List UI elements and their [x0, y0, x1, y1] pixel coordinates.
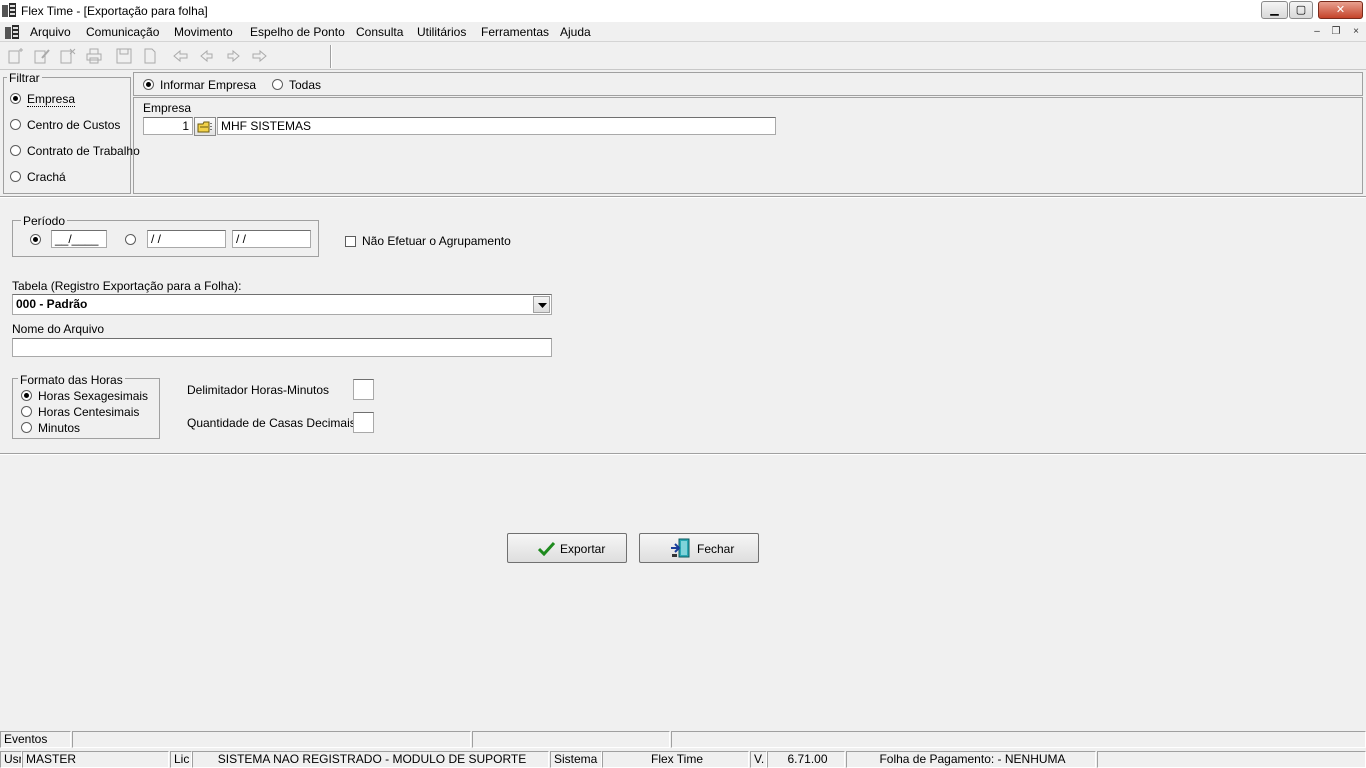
- status-eventos-panel-2: [472, 731, 670, 748]
- fechar-label: Fechar: [697, 542, 735, 556]
- menu-ferramentas[interactable]: Ferramentas: [481, 25, 549, 39]
- formato-centesimais-radio[interactable]: [21, 406, 32, 417]
- casas-decimais-label: Quantidade de Casas Decimais: [187, 416, 356, 430]
- exportar-label: Exportar: [560, 542, 606, 556]
- filter-empresa-radio[interactable]: [10, 93, 21, 104]
- folder-search-icon: [197, 121, 212, 133]
- periodo-month-radio[interactable]: [30, 234, 41, 245]
- status-folha: Folha de Pagamento: - NENHUMA: [846, 751, 1096, 768]
- check-icon: [538, 541, 555, 556]
- status-version-value: 6.71.00: [767, 751, 845, 768]
- toolbar: [0, 43, 1366, 70]
- formato-sexagesimais-label[interactable]: Horas Sexagesimais: [38, 389, 148, 403]
- fechar-button[interactable]: Fechar: [639, 533, 759, 563]
- status-eventos: Eventos: [0, 731, 71, 748]
- edit-record-icon[interactable]: [33, 48, 51, 64]
- new-record-icon[interactable]: [7, 48, 25, 64]
- empresa-panel: [133, 97, 1363, 194]
- empresa-code-input[interactable]: 1: [143, 117, 193, 135]
- delimitador-input[interactable]: [353, 379, 374, 400]
- menu-arquivo[interactable]: Arquivo: [30, 25, 71, 39]
- empresa-lookup-button[interactable]: [194, 117, 216, 136]
- arquivo-input[interactable]: [12, 338, 552, 357]
- exportar-button[interactable]: Exportar: [507, 533, 627, 563]
- informar-empresa-label[interactable]: Informar Empresa: [160, 78, 256, 92]
- section-divider-bottom: [0, 453, 1366, 455]
- menu-consulta[interactable]: Consulta: [356, 25, 403, 39]
- formato-minutos-label[interactable]: Minutos: [38, 421, 80, 435]
- status-usr-label: Usr: [0, 751, 22, 768]
- status-lic-value: SISTEMA NAO REGISTRADO - MODULO DE SUPOR…: [192, 751, 549, 768]
- close-button[interactable]: ✕: [1318, 1, 1363, 19]
- mdi-close-button[interactable]: ×: [1348, 25, 1364, 39]
- save-icon[interactable]: [115, 48, 133, 64]
- tabela-selected-value: 000 - Padrão: [16, 297, 88, 311]
- formato-legend: Formato das Horas: [18, 373, 125, 387]
- print-icon[interactable]: [85, 48, 103, 64]
- menu-movimento[interactable]: Movimento: [174, 25, 233, 39]
- informar-empresa-radio[interactable]: [143, 79, 154, 90]
- empresa-name-field: MHF SISTEMAS: [217, 117, 776, 135]
- formato-sexagesimais-radio[interactable]: [21, 390, 32, 401]
- periodo-end-date-input[interactable]: / /: [232, 230, 311, 248]
- menu-utilitarios[interactable]: Utilitários: [417, 25, 466, 39]
- menu-espelho-de-ponto[interactable]: Espelho de Ponto: [250, 25, 345, 39]
- section-divider: [0, 196, 1366, 198]
- status-eventos-panel-1: [72, 731, 471, 748]
- periodo-month-input[interactable]: __/____: [51, 230, 107, 248]
- mdi-restore-button[interactable]: ❐: [1328, 25, 1344, 39]
- filter-cracha-label[interactable]: Crachá: [27, 170, 66, 184]
- minimize-button[interactable]: ▁: [1261, 1, 1288, 19]
- status-version-label: V.: [750, 751, 767, 768]
- delete-record-icon[interactable]: [59, 48, 77, 64]
- window-title: Flex Time - [Exportação para folha]: [21, 4, 208, 18]
- maximize-button[interactable]: ▢: [1289, 1, 1313, 19]
- nao-agrupar-checkbox[interactable]: [345, 236, 356, 247]
- mdi-minimize-button[interactable]: –: [1309, 25, 1325, 39]
- filter-legend: Filtrar: [7, 71, 42, 85]
- arquivo-label: Nome do Arquivo: [12, 322, 105, 336]
- first-record-icon[interactable]: [172, 48, 190, 64]
- last-record-icon[interactable]: [250, 48, 268, 64]
- delimitador-label: Delimitador Horas-Minutos: [187, 383, 330, 397]
- exit-door-icon: [671, 538, 690, 558]
- status-sistema-label: Sistema: [550, 751, 602, 768]
- filter-contrato-label[interactable]: Contrato de Trabalho: [27, 144, 140, 158]
- toolbar-separator: [330, 45, 332, 68]
- formato-centesimais-label[interactable]: Horas Centesimais: [38, 405, 139, 419]
- casas-decimais-input[interactable]: [353, 412, 374, 433]
- menu-comunicacao[interactable]: Comunicação: [86, 25, 159, 39]
- status-lic-label: Lic: [170, 751, 192, 768]
- tabela-dropdown-button[interactable]: [533, 296, 550, 313]
- status-panel-end: [1097, 751, 1366, 768]
- status-sistema-value: Flex Time: [602, 751, 749, 768]
- formato-minutos-radio[interactable]: [21, 422, 32, 433]
- empresa-label: Empresa: [143, 101, 192, 115]
- document-icon[interactable]: [4, 24, 20, 40]
- menu-ajuda[interactable]: Ajuda: [560, 25, 591, 39]
- filter-empresa-label[interactable]: Empresa: [27, 92, 76, 107]
- filter-centro-custos-radio[interactable]: [10, 119, 21, 130]
- todas-label[interactable]: Todas: [289, 78, 321, 92]
- tabela-label: Tabela (Registro Exportação para a Folha…: [12, 279, 242, 293]
- app-icon: [2, 3, 16, 17]
- title-bar: Flex Time - [Exportação para folha] ▁ ▢ …: [0, 0, 1366, 22]
- periodo-range-radio[interactable]: [125, 234, 136, 245]
- filter-cracha-radio[interactable]: [10, 171, 21, 182]
- previous-record-icon[interactable]: [198, 48, 216, 64]
- menu-bar: Arquivo Comunicação Movimento Espelho de…: [0, 22, 1366, 42]
- tabela-select[interactable]: 000 - Padrão: [12, 294, 552, 315]
- periodo-legend: Período: [21, 214, 68, 228]
- filter-contrato-radio[interactable]: [10, 145, 21, 156]
- chevron-down-icon: [538, 303, 547, 308]
- todas-radio[interactable]: [272, 79, 283, 90]
- nao-agrupar-label[interactable]: Não Efetuar o Agrupamento: [362, 234, 511, 248]
- status-usr-value: MASTER: [22, 751, 169, 768]
- status-eventos-panel-3: [671, 731, 1366, 748]
- next-record-icon[interactable]: [224, 48, 242, 64]
- periodo-start-date-input[interactable]: / /: [147, 230, 226, 248]
- cancel-icon[interactable]: [141, 48, 159, 64]
- filter-centro-custos-label[interactable]: Centro de Custos: [27, 118, 120, 132]
